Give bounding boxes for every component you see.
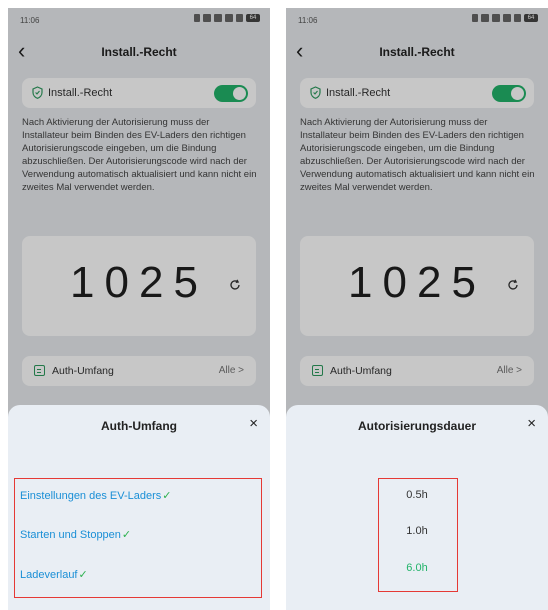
check-icon: ✓ [121, 529, 132, 541]
option-charging-history[interactable]: Ladeverlauf✓ [20, 568, 88, 581]
sheet-title: Auth-Umfang [101, 419, 177, 433]
option-start-stop[interactable]: Starten und Stoppen✓ [20, 528, 131, 541]
auth-duration-sheet: Autorisierungsdauer × 0.5h 1.0h 6.0h [286, 405, 548, 610]
phone-screen-right: 11:06 64 ‹ Install.-Recht Install.-Recht… [286, 8, 548, 610]
duration-option-1.0h[interactable]: 1.0h [286, 525, 548, 537]
close-icon[interactable]: × [249, 415, 258, 432]
phone-screen-left: 11:06 64 ‹ Install.-Recht Install.-Recht… [8, 8, 270, 610]
option-ev-charger-settings[interactable]: Einstellungen des EV-Laders✓ [20, 489, 171, 502]
option-label: Starten und Stoppen [20, 529, 121, 541]
auth-scope-sheet: Auth-Umfang × Einstellungen des EV-Lader… [8, 405, 270, 610]
option-label: Einstellungen des EV-Laders [20, 490, 162, 502]
duration-option-6.0h[interactable]: 6.0h [286, 562, 548, 574]
check-icon: ✓ [78, 569, 88, 581]
option-label: Ladeverlauf [20, 569, 78, 581]
duration-option-0.5h[interactable]: 0.5h [286, 489, 548, 501]
sheet-title: Autorisierungsdauer [357, 419, 477, 433]
check-icon: ✓ [162, 490, 172, 502]
close-icon[interactable]: × [527, 415, 536, 432]
